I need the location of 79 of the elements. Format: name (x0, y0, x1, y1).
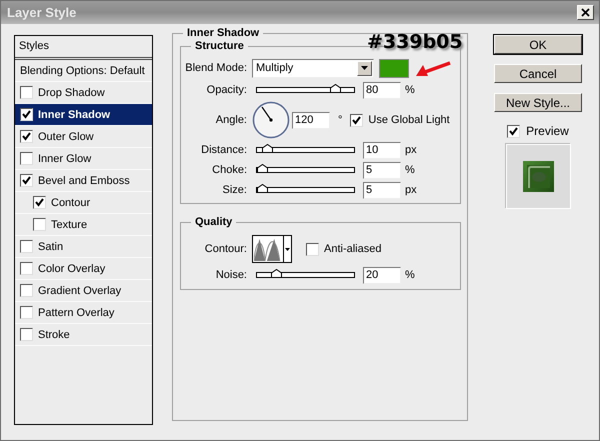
slider-thumb[interactable] (256, 184, 268, 193)
checkbox[interactable] (20, 174, 33, 187)
checkbox[interactable] (20, 328, 33, 341)
unit-label: px (405, 144, 417, 156)
checkbox[interactable] (20, 240, 33, 253)
checkbox-label: Anti-aliased (324, 243, 382, 255)
unit-label: % (405, 164, 415, 176)
group-title: Structure (191, 40, 248, 52)
field-label: Distance: (200, 144, 247, 156)
field-label: Size: (222, 184, 247, 196)
checkbox-label: Use Global Light (368, 114, 450, 126)
checkbox[interactable] (33, 218, 46, 231)
unit-label: px (405, 184, 417, 196)
style-list-item[interactable]: Blending Options: Default (15, 60, 152, 82)
number-field[interactable]: 5 (363, 162, 401, 178)
style-list-item[interactable]: Inner Glow (15, 148, 152, 170)
checkbox-label: Preview (526, 124, 569, 138)
field-label: Choke: (211, 164, 247, 176)
checkbox[interactable] (20, 306, 33, 319)
checkbox[interactable] (20, 86, 33, 99)
number-field[interactable]: 5 (363, 182, 401, 198)
style-list-item[interactable]: Pattern Overlay (15, 302, 152, 324)
unit-label: % (405, 269, 415, 281)
annotation-text: #339b05 (367, 31, 463, 53)
style-list-item[interactable]: Gradient Overlay (15, 280, 152, 302)
blend-mode-dropdown[interactable]: Multiply (252, 58, 374, 78)
checkbox[interactable] (350, 114, 364, 126)
dialog-button[interactable]: OK (494, 35, 582, 54)
style-list-item[interactable]: Color Overlay (15, 258, 152, 280)
style-list-item[interactable]: Outer Glow (15, 126, 152, 148)
style-list-item[interactable]: Bevel and Emboss (15, 170, 152, 192)
checkbox[interactable] (507, 124, 520, 138)
slider-thumb[interactable] (256, 164, 268, 173)
dialog-button[interactable]: Cancel (494, 64, 582, 83)
checkbox[interactable] (20, 284, 33, 297)
slider-thumb[interactable] (271, 269, 282, 278)
group-title: Inner Shadow (183, 27, 264, 39)
number-field[interactable]: 120 (292, 112, 330, 128)
group-title: Quality (191, 216, 236, 228)
slider-thumb[interactable] (330, 84, 341, 93)
slider-track[interactable] (256, 187, 355, 193)
number-field[interactable]: 20 (363, 266, 401, 284)
unit-label: ° (338, 114, 342, 126)
slider-track[interactable] (256, 167, 355, 173)
field-label: Blend Mode: (184, 62, 247, 74)
slider-track[interactable] (256, 272, 355, 278)
checkbox[interactable] (20, 152, 33, 165)
window-title: Layer Style (7, 5, 76, 20)
style-list-item[interactable]: Inner Shadow (15, 104, 152, 126)
angle-dial (252, 101, 290, 139)
arrow-icon (415, 61, 451, 79)
style-list-item[interactable]: Texture (15, 214, 152, 236)
field-label: Noise: (214, 269, 247, 281)
close-icon (581, 8, 590, 17)
checkbox[interactable] (20, 108, 33, 121)
unit-label: % (405, 84, 415, 96)
field-label: Angle: (214, 114, 247, 126)
checkbox[interactable] (33, 196, 46, 209)
contour-picker[interactable] (252, 235, 292, 263)
dropdown-arrow-icon (361, 66, 368, 70)
checkbox[interactable] (20, 262, 33, 275)
slider-thumb[interactable] (262, 144, 273, 153)
close-button[interactable] (577, 5, 594, 20)
field-label: Opacity: (206, 84, 247, 96)
slider-track[interactable] (256, 87, 355, 93)
checkbox[interactable] (306, 242, 319, 256)
panel-header: Styles (15, 36, 152, 60)
number-field[interactable]: 10 (363, 142, 401, 158)
color-swatch[interactable] (379, 58, 409, 78)
number-field[interactable]: 80 (363, 82, 401, 98)
style-list-item[interactable]: Satin (15, 236, 152, 258)
style-list-item[interactable]: Stroke (15, 324, 152, 346)
slider-track[interactable] (256, 147, 355, 153)
style-list-item[interactable]: Contour (15, 192, 152, 214)
dialog-button[interactable]: New Style... (494, 93, 582, 112)
contour-curve-icon (254, 236, 282, 262)
checkbox[interactable] (20, 130, 33, 143)
dropdown-arrow-icon (284, 248, 290, 250)
field-label: Contour: (204, 243, 247, 255)
